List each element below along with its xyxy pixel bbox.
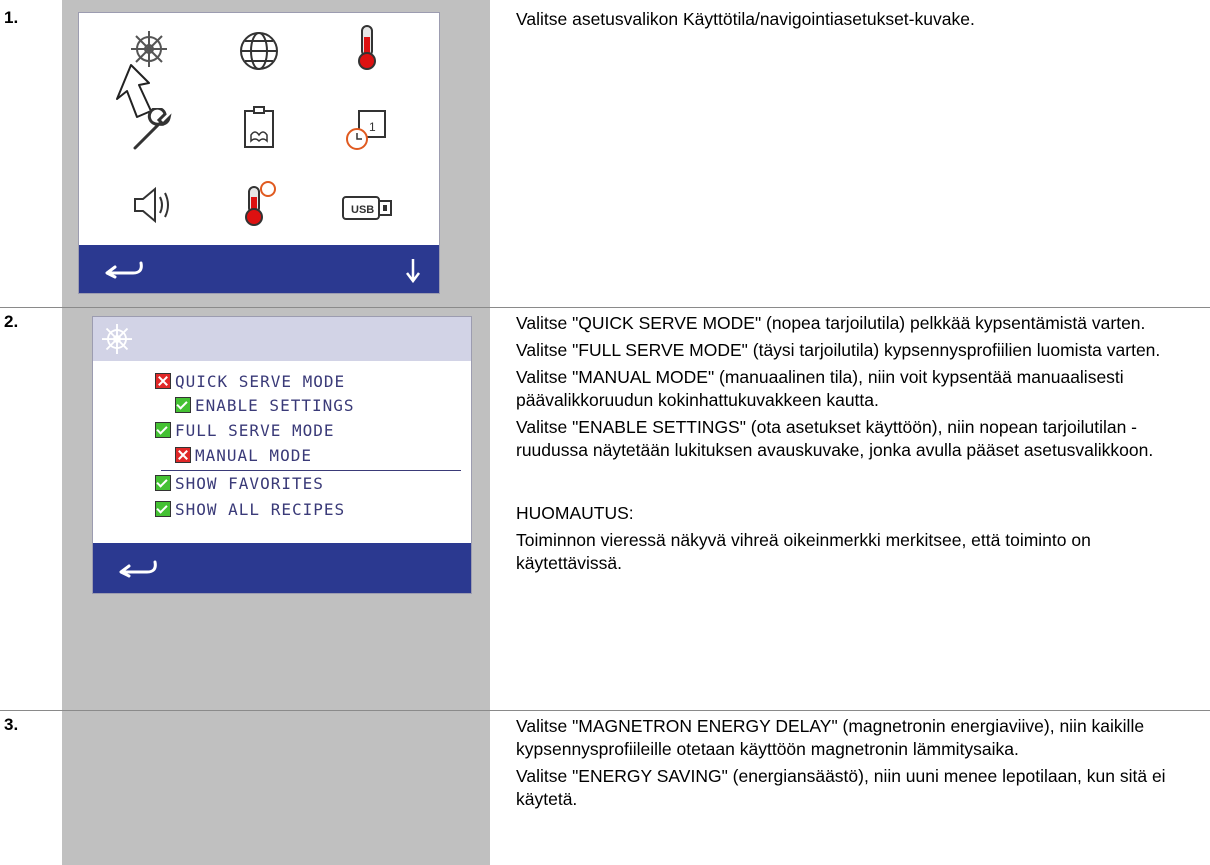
checked-box-icon: [155, 501, 171, 517]
bottom-bar: [79, 245, 439, 293]
step-2-image-panel: QUICK SERVE MODE ENABLE SETTINGS FULL SE…: [62, 308, 490, 710]
thermometer-icon[interactable]: [343, 23, 391, 71]
step-text: Valitse "QUICK SERVE MODE" (nopea tarjoi…: [516, 313, 1146, 333]
wrench-icon[interactable]: [129, 108, 177, 156]
speaker-icon[interactable]: [129, 181, 177, 229]
screen-header: [93, 317, 471, 361]
back-arrow-icon[interactable]: [101, 259, 145, 279]
step-number: 3.: [4, 715, 19, 734]
globe-icon[interactable]: [235, 27, 283, 75]
step-1-description: Valitse asetusvalikon Käyttötila/navigoi…: [516, 8, 1196, 31]
note-title: HUOMAUTUS:: [516, 503, 634, 523]
step-1-row: 1. 1 USB Valitse asetusvalikon Käyttötil…: [0, 0, 1210, 307]
mode-settings-screen: QUICK SERVE MODE ENABLE SETTINGS FULL SE…: [92, 316, 472, 594]
usb-label: USB: [351, 204, 374, 216]
checked-box-icon: [155, 475, 171, 491]
step-text: Valitse "ENERGY SAVING" (energiansäästö)…: [516, 766, 1166, 809]
step-text: Valitse "ENABLE SETTINGS" (ota asetukset…: [516, 417, 1154, 460]
step-3-description: Valitse "MAGNETRON ENERGY DELAY" (magnet…: [516, 715, 1196, 811]
option-quick-serve-mode[interactable]: QUICK SERVE MODE: [155, 371, 345, 393]
back-arrow-icon[interactable]: [115, 558, 159, 578]
bottom-bar: [93, 543, 471, 593]
option-full-serve-mode[interactable]: FULL SERVE MODE: [155, 420, 335, 442]
option-enable-settings[interactable]: ENABLE SETTINGS: [175, 395, 355, 417]
thermometer-clock-icon[interactable]: [235, 179, 283, 227]
step-text: Valitse "MAGNETRON ENERGY DELAY" (magnet…: [516, 716, 1145, 759]
option-manual-mode[interactable]: MANUAL MODE: [175, 445, 312, 467]
calendar-clock-icon[interactable]: 1: [343, 105, 391, 153]
unchecked-box-icon: [175, 447, 191, 463]
option-divider: [161, 470, 461, 471]
step-text: Valitse asetusvalikon Käyttötila/navigoi…: [516, 9, 975, 29]
note-text: Toiminnon vieressä näkyvä vihreä oikeinm…: [516, 530, 1091, 573]
settings-wheel-icon: [102, 324, 132, 354]
down-arrow-icon[interactable]: [405, 257, 421, 283]
step-text: Valitse "FULL SERVE MODE" (täysi tarjoil…: [516, 340, 1161, 360]
step-1-image-panel: 1 USB: [62, 0, 490, 307]
step-2-description: Valitse "QUICK SERVE MODE" (nopea tarjoi…: [516, 312, 1196, 575]
step-number: 2.: [4, 312, 19, 331]
step-number: 1.: [4, 8, 19, 27]
manual-book-icon[interactable]: [235, 105, 283, 153]
unchecked-box-icon: [155, 373, 171, 389]
step-3-row: 3. Valitse "MAGNETRON ENERGY DELAY" (mag…: [0, 711, 1210, 865]
step-text: Valitse "MANUAL MODE" (manuaalinen tila)…: [516, 367, 1124, 410]
checked-box-icon: [155, 422, 171, 438]
step-2-row: 2. QUICK SERVE MODE ENABLE SETTINGS FULL: [0, 308, 1210, 710]
checked-box-icon: [175, 397, 191, 413]
option-show-favorites[interactable]: SHOW FAVORITES: [155, 473, 324, 495]
usb-icon[interactable]: USB: [339, 185, 397, 233]
svg-text:1: 1: [369, 120, 376, 134]
settings-menu-screen: 1 USB: [78, 12, 440, 294]
option-show-all-recipes[interactable]: SHOW ALL RECIPES: [155, 499, 345, 521]
step-3-image-panel: [62, 711, 490, 865]
